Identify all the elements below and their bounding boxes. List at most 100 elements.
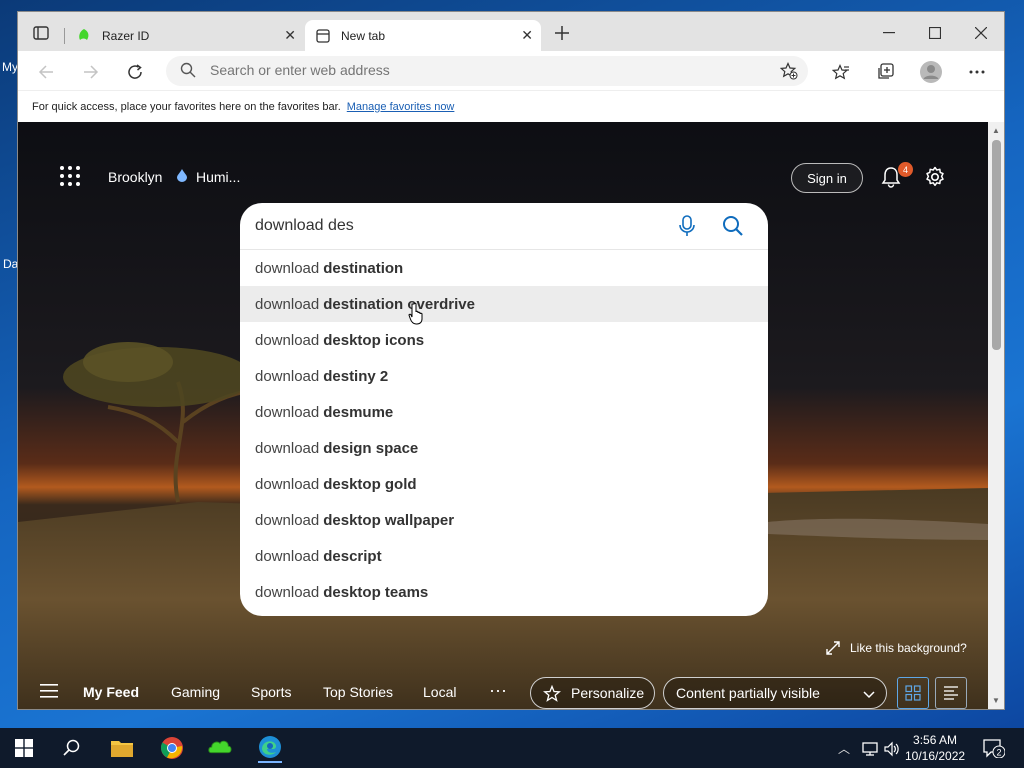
close-window-icon[interactable]	[970, 22, 992, 44]
file-explorer-icon[interactable]	[110, 736, 134, 760]
browser-toolbar	[18, 51, 1004, 91]
new-tab-plus-icon[interactable]	[551, 22, 573, 44]
suggestion-prefix: download	[255, 367, 320, 385]
search-suggestion[interactable]: download desktop wallpaper	[240, 502, 768, 538]
web-search-input[interactable]	[255, 217, 655, 235]
tab-razer-id[interactable]: Razer ID ✕	[68, 20, 304, 51]
razer-synapse-icon[interactable]	[208, 736, 232, 760]
tab-strip: Razer ID ✕ New tab ✕	[18, 12, 1004, 51]
razer-icon	[76, 28, 92, 44]
forward-icon[interactable]	[78, 59, 104, 85]
chrome-icon[interactable]	[160, 736, 184, 760]
feed-tab-gaming[interactable]: Gaming	[171, 684, 220, 700]
weather-humidity[interactable]: Humi...	[196, 169, 240, 185]
search-suggestion[interactable]: download descript	[240, 538, 768, 574]
scroll-down-icon[interactable]: ▼	[992, 696, 1000, 705]
tab-new-tab[interactable]: New tab ✕	[305, 20, 541, 51]
feed-more-button[interactable]: ···	[489, 680, 507, 701]
profile-avatar-icon[interactable]	[918, 59, 944, 85]
search-suggestion[interactable]: download destination	[240, 250, 768, 286]
start-windows-icon[interactable]	[12, 736, 36, 760]
list-icon	[944, 686, 958, 700]
content-visibility-label: Content partially visible	[676, 685, 820, 701]
search-suggestion[interactable]: download desktop gold	[240, 466, 768, 502]
suggestion-prefix: download	[255, 439, 320, 457]
taskbar-search-icon[interactable]	[60, 736, 84, 760]
suggestion-completion: desktop teams	[323, 583, 429, 601]
search-box: downloaddestinationdownloaddestination o…	[240, 203, 768, 616]
clock-date: 10/16/2022	[905, 749, 966, 763]
feed-tab-sports[interactable]: Sports	[251, 684, 291, 700]
microphone-icon[interactable]	[678, 215, 696, 237]
search-submit-icon[interactable]	[722, 215, 744, 237]
chevron-down-icon	[863, 691, 875, 699]
list-layout-button[interactable]	[935, 677, 967, 709]
hamburger-menu-icon[interactable]	[40, 684, 58, 698]
more-options-icon[interactable]	[964, 59, 990, 85]
search-suggestion[interactable]: download desktop icons	[240, 322, 768, 358]
suggestion-prefix: download	[255, 475, 320, 493]
suggestion-completion: descript	[323, 547, 382, 565]
grid-icon	[905, 685, 921, 701]
add-favorite-icon[interactable]	[779, 62, 798, 85]
tab-title: Razer ID	[102, 28, 150, 43]
close-tab-icon[interactable]: ✕	[284, 27, 296, 44]
scroll-thumb[interactable]	[992, 140, 1001, 350]
tray-chevron-up-icon[interactable]: ︿	[838, 740, 850, 757]
mouse-pointer-icon	[408, 302, 426, 326]
maximize-icon[interactable]	[924, 22, 946, 44]
address-input[interactable]	[210, 62, 750, 78]
suggestion-completion: destiny 2	[323, 367, 389, 385]
back-icon[interactable]	[33, 59, 59, 85]
personalize-button[interactable]: Personalize	[530, 677, 655, 709]
suggestion-completion: desktop wallpaper	[323, 511, 455, 529]
volume-icon[interactable]	[880, 737, 904, 761]
search-suggestion[interactable]: download destination overdrive	[240, 286, 768, 322]
newtab-icon	[315, 28, 331, 44]
content-visibility-dropdown[interactable]: Content partially visible	[663, 677, 887, 709]
like-background-button[interactable]: Like this background?	[826, 641, 967, 655]
suggestion-prefix: download	[255, 259, 320, 277]
suggestion-list: download destination download destination o…	[240, 250, 768, 610]
favorites-icon[interactable]	[828, 59, 854, 85]
scroll-up-icon[interactable]: ▲	[992, 126, 1000, 135]
suggestion-completion: destination overdrive	[323, 295, 475, 313]
tab-actions-icon[interactable]	[30, 22, 52, 44]
action-center-count: 2	[996, 748, 1001, 758]
feed-navigation: My Feed Gaming Sports Top Stories Local …	[18, 670, 988, 709]
edge-icon[interactable]	[258, 733, 282, 763]
personalize-star-icon	[543, 685, 561, 702]
search-suggestion[interactable]: download destiny 2	[240, 358, 768, 394]
feed-tab-my-feed[interactable]: My Feed	[83, 684, 139, 700]
suggestion-completion: destination	[323, 259, 404, 277]
search-suggestion[interactable]: download desmume	[240, 394, 768, 430]
close-tab-icon[interactable]: ✕	[521, 27, 533, 44]
grid-layout-button[interactable]	[897, 677, 929, 709]
suggestion-completion: design space	[323, 439, 419, 457]
system-clock[interactable]: 3:56 AM 10/16/2022	[905, 732, 965, 764]
action-center-icon[interactable]: 2	[983, 738, 1006, 759]
notification-badge: 4	[898, 162, 913, 177]
minimize-icon[interactable]	[878, 22, 900, 44]
address-bar[interactable]	[166, 56, 808, 86]
suggestion-completion: desmume	[323, 403, 394, 421]
favorites-bar-text: For quick access, place your favorites h…	[32, 100, 341, 113]
page-scrollbar[interactable]: ▲ ▼	[988, 122, 1004, 709]
network-icon[interactable]	[858, 737, 882, 761]
apps-launcher-icon[interactable]	[60, 166, 82, 188]
collections-icon[interactable]	[872, 59, 898, 85]
feed-tab-top-stories[interactable]: Top Stories	[323, 684, 393, 700]
feed-tab-local[interactable]: Local	[423, 684, 456, 700]
suggestion-prefix: download	[255, 583, 320, 601]
sign-in-button[interactable]: Sign in	[791, 163, 863, 193]
page-settings-gear-icon[interactable]	[924, 166, 946, 188]
suggestion-prefix: download	[255, 547, 320, 565]
manage-favorites-link[interactable]: Manage favorites now	[347, 101, 455, 113]
refresh-icon[interactable]	[122, 59, 148, 85]
desktop-icon-label[interactable]: My	[2, 60, 18, 74]
tab-separator	[64, 28, 65, 44]
weather-city[interactable]: Brooklyn	[108, 169, 162, 185]
search-suggestion[interactable]: download design space	[240, 430, 768, 466]
search-suggestion[interactable]: download desktop teams	[240, 574, 768, 610]
suggestion-prefix: download	[255, 511, 320, 529]
